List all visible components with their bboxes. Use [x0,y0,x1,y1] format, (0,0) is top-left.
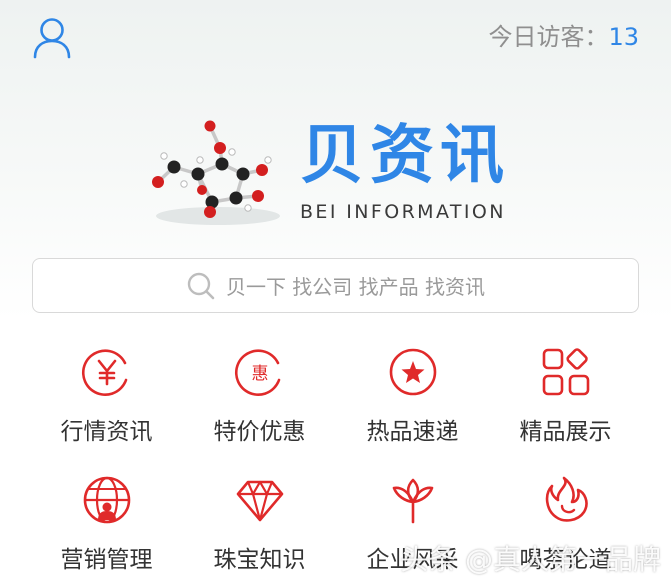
menu-item-label: 特价优惠 [213,419,306,445]
flame-icon [545,476,588,522]
brand-subtitle: BEI INFORMATION [300,201,506,223]
visitor-counter: 今日访客：13 [488,22,639,52]
menu-item-label: 行情资讯 [60,419,153,445]
menu-item-special-offers[interactable]: 惠 特价优惠 [183,340,336,460]
menu-item-hot-products[interactable]: 热品速递 [336,340,489,460]
menu-item-label: 营销管理 [60,547,153,573]
visitor-label: 今日访客： [488,23,609,51]
menu-item-marketing[interactable]: 营销管理 [30,468,183,588]
visitor-count: 13 [608,23,639,51]
yen-circle-icon [81,349,128,396]
svg-text:惠: 惠 [252,364,269,384]
watermark: 头条 @真人第一品牌 [400,543,661,576]
molecule-icon [152,120,280,225]
lotus-icon [392,478,434,524]
globe-user-icon [83,476,131,524]
menu-item-label: 精品展示 [519,419,612,445]
grid-shapes-icon [542,348,590,396]
menu-item-jewelry-knowledge[interactable]: 珠宝知识 [183,468,336,588]
search-placeholder: 贝一下 找公司 找产品 找资讯 [225,275,486,299]
user-icon[interactable] [33,17,71,59]
search-icon [187,272,215,299]
brand-title: 贝资讯 [300,119,510,193]
search-bar[interactable]: 贝一下 找公司 找产品 找资讯 [32,258,639,313]
menu-item-showcase[interactable]: 精品展示 [489,340,642,460]
discount-circle-icon: 惠 [234,349,281,396]
menu-item-label: 珠宝知识 [213,547,306,573]
brand-logo: 贝资讯 BEI INFORMATION [140,112,540,232]
menu-item-label: 热品速递 [366,419,459,445]
menu-item-market-news[interactable]: 行情资讯 [30,340,183,460]
star-circle-icon [389,348,437,396]
diamond-icon [236,480,284,522]
